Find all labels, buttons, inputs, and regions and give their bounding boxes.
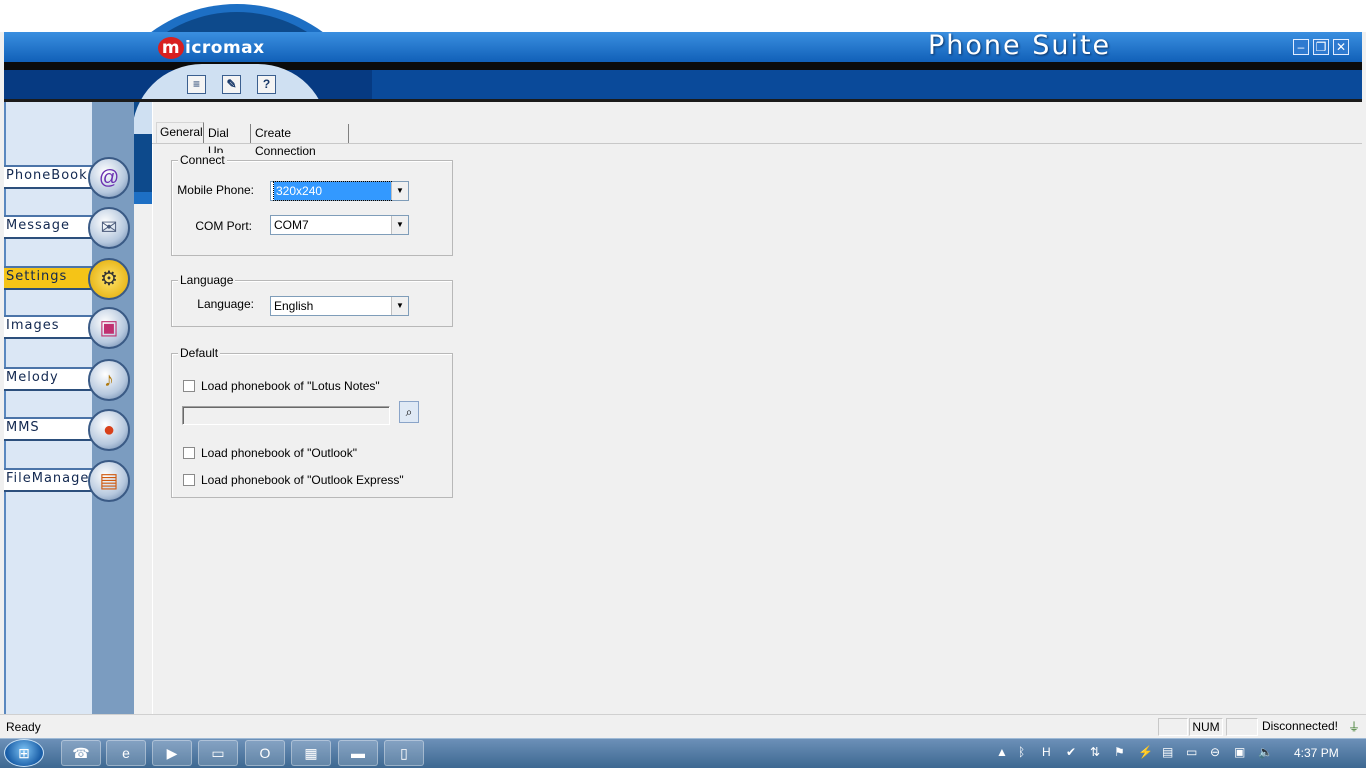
nav-item-settings[interactable]: Settings ⚙	[4, 258, 130, 300]
monitor-icon[interactable]: ▣	[1234, 745, 1245, 759]
app-title: Phone Suite	[928, 30, 1112, 61]
micromax-logo: m icromax	[158, 37, 265, 59]
chevron-down-icon[interactable]: ▼	[391, 182, 408, 200]
nav-label: MMS	[6, 420, 40, 435]
taskbar-clock[interactable]: 4:37 PM	[1294, 746, 1339, 760]
balloon-icon: ●	[88, 409, 130, 451]
notes-toolbar-icon[interactable]: ≡	[187, 75, 206, 94]
nav-label: FileManager	[6, 471, 96, 486]
folder-icon: ▤	[88, 460, 130, 502]
close-button[interactable]: ✕	[1333, 39, 1349, 55]
envelope-icon: ✉	[88, 207, 130, 249]
outlook-express-checkbox[interactable]	[183, 474, 195, 486]
lotus-notes-path-field[interactable]	[182, 406, 390, 425]
toolbar-right-panel	[372, 70, 1362, 100]
nav-item-filemanager[interactable]: FileManager ▤	[4, 460, 130, 502]
mobile-phone-label: Mobile Phone:	[177, 183, 254, 197]
nav-label: Images	[6, 318, 60, 333]
nav-item-mms[interactable]: MMS ●	[4, 409, 130, 451]
nav-label: Melody	[6, 370, 59, 385]
connect-legend: Connect	[178, 153, 227, 167]
nav-label: Message	[6, 218, 70, 233]
language-select[interactable]: English ▼	[270, 296, 409, 316]
tools-icon: ⚙	[88, 258, 130, 300]
bluetooth-icon[interactable]: ᛒ	[1018, 745, 1025, 759]
outlook-express-label: Load phonebook of "Outlook Express"	[201, 473, 404, 487]
volume-icon[interactable]: 🔈	[1258, 745, 1273, 759]
minimize-button[interactable]: –	[1293, 39, 1309, 55]
connect-group: Connect	[171, 153, 453, 256]
nav-item-phonebook[interactable]: PhoneBook @	[4, 157, 130, 199]
tab-create-connection[interactable]: Create Connection	[252, 124, 349, 158]
nav-item-images[interactable]: Images ▣	[4, 307, 130, 349]
check-tray-icon[interactable]: ✔	[1066, 745, 1076, 759]
power-icon[interactable]: ⚡	[1138, 745, 1153, 759]
outlook-label: Load phonebook of "Outlook"	[201, 446, 357, 460]
language-label: Language:	[197, 297, 254, 311]
status-bar: Ready NUM Disconnected!	[0, 714, 1366, 738]
tab-underline	[152, 143, 1362, 144]
network-app-icon[interactable]: ▦	[291, 740, 331, 766]
mobile-phone-value: 320x240	[273, 181, 392, 201]
opera-app-icon[interactable]: O	[245, 740, 285, 766]
clipboard-icon[interactable]: ▤	[1162, 745, 1173, 759]
music-icon: ♪	[88, 359, 130, 401]
picture-icon: ▣	[88, 307, 130, 349]
minus-circle-icon[interactable]: ⊖	[1210, 745, 1220, 759]
chevron-down-icon[interactable]: ▼	[391, 297, 408, 315]
phone-icon: @	[88, 157, 130, 199]
lotus-notes-label: Load phonebook of "Lotus Notes"	[201, 379, 380, 393]
tab-general[interactable]: General	[156, 122, 204, 144]
status-ready-text: Ready	[6, 720, 41, 734]
plug-icon: ⏚	[1348, 720, 1361, 734]
logo-text: icromax	[185, 38, 265, 58]
restore-button[interactable]: ❐	[1313, 39, 1329, 55]
show-hidden-icons-icon[interactable]: ▲	[996, 745, 1008, 759]
media-player-app-icon[interactable]: ▶	[152, 740, 192, 766]
toolbox-app-icon[interactable]: ▬	[338, 740, 378, 766]
language-legend: Language	[178, 273, 236, 287]
lotus-notes-checkbox[interactable]	[183, 380, 195, 392]
nav-item-message[interactable]: Message ✉	[4, 207, 130, 249]
display-icon[interactable]: ▭	[1186, 745, 1197, 759]
outlook-checkbox[interactable]	[183, 447, 195, 459]
com-port-value: COM7	[274, 218, 309, 232]
nav-label: PhoneBook	[6, 168, 88, 183]
h-tray-icon[interactable]: H	[1042, 745, 1051, 759]
logo-mark: m	[158, 37, 184, 59]
nav-item-melody[interactable]: Melody ♪	[4, 359, 130, 401]
explorer-app-icon[interactable]: ▭	[198, 740, 238, 766]
nav-label: Settings	[6, 269, 68, 284]
status-num-pane: NUM	[1189, 718, 1223, 736]
start-button[interactable]: ⊞	[4, 739, 44, 767]
status-caps-pane	[1158, 718, 1188, 736]
com-port-label: COM Port:	[195, 219, 252, 233]
help-toolbar-icon[interactable]: ?	[257, 75, 276, 94]
network-arrow-icon[interactable]: ⇅	[1090, 745, 1100, 759]
com-port-select[interactable]: COM7 ▼	[270, 215, 409, 235]
phone-suite-app-icon[interactable]: ☎	[61, 740, 101, 766]
internet-explorer-app-icon[interactable]: e	[106, 740, 146, 766]
chevron-down-icon[interactable]: ▼	[391, 216, 408, 234]
notepad-app-icon[interactable]: ▯	[384, 740, 424, 766]
mobile-phone-select[interactable]: 320x240 ▼	[270, 181, 409, 201]
language-value: English	[274, 299, 314, 313]
action-center-flag-icon[interactable]: ⚑	[1114, 745, 1125, 759]
edit-toolbar-icon[interactable]: ✎	[222, 75, 241, 94]
status-scroll-pane	[1226, 718, 1258, 736]
browse-folder-icon[interactable]: ⌕	[399, 401, 419, 423]
status-connection: Disconnected!	[1261, 719, 1339, 733]
default-legend: Default	[178, 346, 221, 360]
tab-dial-up[interactable]: Dial Up	[205, 124, 251, 158]
